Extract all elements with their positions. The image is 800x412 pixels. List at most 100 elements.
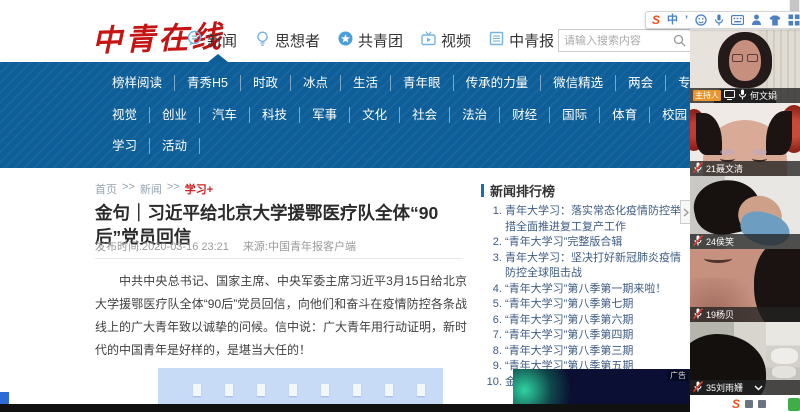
nav-link[interactable]: 财经: [500, 107, 550, 123]
participant-label: 24侯笑: [690, 234, 800, 249]
breadcrumb-sep: >>: [167, 181, 180, 197]
nav-link[interactable]: 专题: [666, 75, 690, 91]
lang-toggle-icon[interactable]: 中: [667, 14, 678, 26]
microphone-muted-icon: [693, 381, 703, 394]
taskbar-icon[interactable]: [0, 392, 9, 404]
participant-tile[interactable]: 35刘雨姗: [690, 322, 800, 395]
news-ranking-list: 青年大学习：落实常态化疫情防控举措全面推进复工复产工作 “青年大学习”完整版合辑…: [487, 204, 689, 390]
nav-link[interactable]: 两会: [616, 75, 666, 91]
participant-tile[interactable]: 19杨贝: [690, 249, 800, 322]
webcam-video: [704, 254, 732, 263]
top-nav-paper[interactable]: 中青报: [488, 30, 554, 51]
breadcrumb-home[interactable]: 首页: [95, 181, 117, 197]
ranking-item[interactable]: “青年大学习”第八季第七期: [505, 297, 689, 313]
top-nav-video[interactable]: 视频: [420, 30, 471, 51]
participant-name: 21聂文清: [706, 162, 743, 175]
participant-label: 21聂文清: [690, 161, 800, 176]
nav-link[interactable]: 青年眼: [391, 75, 454, 91]
illustration-window: [289, 384, 297, 396]
handwriting-icon[interactable]: [751, 14, 762, 26]
ime-mini-toolbar: S: [732, 397, 766, 410]
webcam-video: [732, 54, 743, 62]
sogou-logo-icon[interactable]: S: [732, 398, 740, 410]
nav-link[interactable]: 国际: [550, 107, 600, 123]
nav-link[interactable]: 传承的力量: [454, 75, 542, 91]
collapse-tab[interactable]: [680, 200, 690, 224]
nav-link[interactable]: 汽车: [200, 107, 250, 123]
participant-tile[interactable]: 21聂文清: [690, 103, 800, 176]
breadcrumb-current[interactable]: 学习+: [185, 181, 213, 197]
nav-link[interactable]: 科技: [250, 107, 300, 123]
nav-link[interactable]: 视觉: [100, 107, 150, 123]
participant-label: 主持人 何文娟: [690, 88, 800, 103]
participant-name: 35刘雨姗: [706, 381, 743, 394]
article-body: 中共中央总书记、国家主席、中央军委主席习近平3月15日给北京大学援鄂医疗队全体“…: [95, 270, 467, 362]
news-website: 中青在线 新闻 思想者 共青团 视频 中青报: [0, 0, 690, 412]
ime-tool-icon[interactable]: [758, 400, 766, 408]
keyboard-icon[interactable]: [731, 15, 744, 25]
nav-row-3: 学习 活动: [100, 138, 200, 154]
screen: 中青在线 新闻 思想者 共青团 视频 中青报: [0, 0, 800, 412]
top-nav-label: 新闻: [207, 30, 237, 51]
nav-link[interactable]: 社会: [400, 107, 450, 123]
nav-link[interactable]: 法治: [450, 107, 500, 123]
taskbar-edge: [0, 404, 690, 412]
search-input[interactable]: [559, 35, 673, 47]
webcam-video: [766, 111, 792, 155]
ranking-item[interactable]: “青年大学习”第八季第六期: [505, 313, 689, 329]
nav-link[interactable]: 校园: [650, 107, 690, 123]
top-nav-league[interactable]: 共青团: [337, 30, 403, 51]
nav-link[interactable]: 生活: [341, 75, 391, 91]
ranking-item[interactable]: 青年大学习：落实常态化疫情防控举措全面推进复工复产工作: [505, 204, 689, 235]
nav-link[interactable]: 青秀H5: [175, 75, 241, 91]
nav-link[interactable]: 体育: [600, 107, 650, 123]
nav-pointer-triangle: [208, 54, 228, 62]
webcam-video: [772, 366, 796, 378]
nav-link[interactable]: 学习: [100, 138, 150, 154]
publish-time: 发布时间:2020-03-16 23:21: [95, 238, 229, 254]
breadcrumb-news[interactable]: 新闻: [140, 181, 162, 197]
nav-link[interactable]: 微信精选: [541, 75, 616, 91]
taskbar-corner-icon[interactable]: [788, 398, 800, 411]
speech-bubble-icon: [186, 30, 203, 51]
top-nav-news[interactable]: 新闻: [186, 30, 237, 51]
voice-input-icon[interactable]: [714, 14, 724, 26]
nav-link[interactable]: 文化: [350, 107, 400, 123]
ranking-item[interactable]: “青年大学习”第八季第一期来啦！: [505, 282, 689, 298]
ad-label: 广告: [668, 370, 688, 381]
nav-link[interactable]: 活动: [150, 138, 200, 154]
video-conference-panel: 主持人 何文娟 21聂文清: [690, 0, 800, 412]
ranking-item[interactable]: 青年大学习：坚决打好新冠肺炎疫情防控全球阻击战: [505, 251, 689, 282]
divider: [95, 258, 463, 259]
illustration-window: [321, 384, 329, 396]
nav-link[interactable]: 时政: [241, 75, 291, 91]
nav-link[interactable]: 军事: [300, 107, 350, 123]
sogou-logo-icon[interactable]: S: [652, 14, 660, 26]
webcam-video: [696, 113, 722, 155]
illustration-window: [257, 384, 265, 396]
top-nav-label: 中青报: [509, 30, 554, 51]
skin-icon[interactable]: [769, 15, 781, 26]
breadcrumb: 首页 >> 新闻 >> 学习+: [95, 181, 213, 197]
chevron-down-icon[interactable]: [754, 385, 763, 391]
search-icon[interactable]: [673, 34, 690, 47]
emoji-icon[interactable]: [695, 14, 707, 26]
top-nav-thinker[interactable]: 思想者: [254, 30, 320, 51]
ime-tool-icon[interactable]: [745, 400, 753, 408]
illustration-window: [385, 384, 393, 396]
ranking-item[interactable]: “青年大学习”第八季第三期: [505, 344, 689, 360]
nav-link[interactable]: 创业: [150, 107, 200, 123]
nav-link[interactable]: 榜样阅读: [100, 75, 175, 91]
punctuation-icon[interactable]: ’: [685, 14, 688, 26]
participant-tile-host[interactable]: 主持人 何文娟: [690, 30, 800, 103]
top-nav-label: 共青团: [358, 30, 403, 51]
participant-name: 何文娟: [750, 89, 777, 102]
webcam-video: [747, 54, 758, 62]
ranking-item[interactable]: “青年大学习”第八季第四期: [505, 328, 689, 344]
participant-tile[interactable]: 24侯笑: [690, 176, 800, 249]
toolbox-icon[interactable]: [788, 14, 800, 26]
top-nav-label: 视频: [441, 30, 471, 51]
ad-banner[interactable]: 广告: [513, 369, 690, 405]
nav-link[interactable]: 冰点: [291, 75, 341, 91]
ranking-item[interactable]: “青年大学习”完整版合辑: [505, 235, 689, 251]
